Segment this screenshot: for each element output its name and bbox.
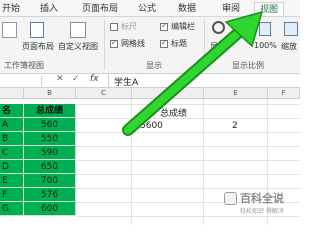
watermark-title: 百科全说 <box>240 192 284 205</box>
watermark-logo-icon <box>224 192 237 205</box>
watermark-subtitle: 轻松知识 得解决 <box>240 208 284 215</box>
watermark: 百科全说 轻松知识 得解决 <box>224 190 298 220</box>
